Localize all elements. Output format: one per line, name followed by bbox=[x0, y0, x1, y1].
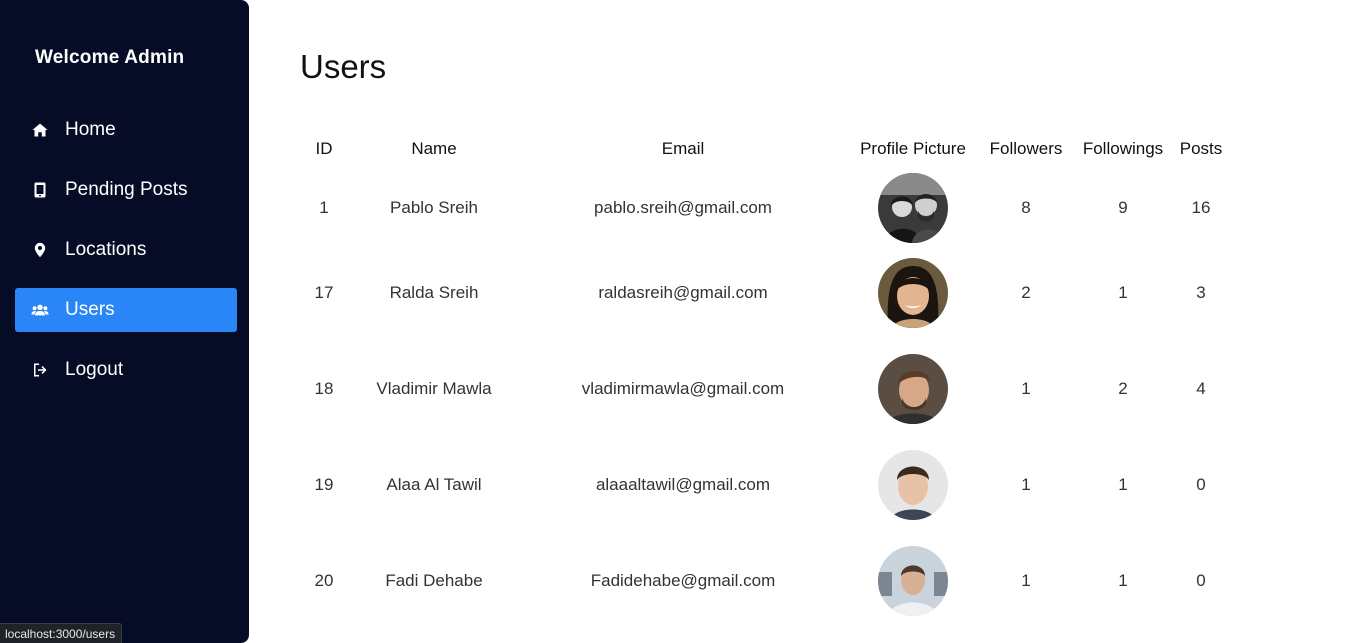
cell-posts: 3 bbox=[1196, 283, 1206, 302]
column-header-email: Email bbox=[661, 138, 705, 158]
cell-id: 20 bbox=[314, 571, 334, 590]
cell-email: alaaaltawil@gmail.com bbox=[595, 475, 771, 494]
cell-name: Vladimir Mawla bbox=[376, 379, 492, 398]
cell-name: Alaa Al Tawil bbox=[386, 475, 482, 494]
cell-posts: 0 bbox=[1196, 571, 1206, 590]
sidebar-item-locations[interactable]: Locations bbox=[15, 228, 237, 272]
cell-id: 1 bbox=[319, 198, 329, 217]
column-header-id: ID bbox=[315, 138, 333, 158]
cell-followers: 1 bbox=[1021, 571, 1031, 590]
sidebar-item-label: Users bbox=[65, 299, 115, 320]
cell-name: Ralda Sreih bbox=[389, 283, 479, 302]
sidebar-item-pending-posts[interactable]: Pending Posts bbox=[15, 168, 237, 212]
home-icon bbox=[31, 121, 49, 139]
cell-followings: 1 bbox=[1118, 571, 1128, 590]
cell-name: Fadi Dehabe bbox=[385, 571, 483, 590]
column-header-name: Name bbox=[411, 138, 457, 158]
avatar bbox=[878, 173, 948, 243]
cell-name: Pablo Sreih bbox=[390, 198, 478, 217]
users-icon bbox=[31, 301, 49, 319]
cell-id: 17 bbox=[314, 283, 334, 302]
avatar bbox=[878, 258, 948, 328]
cell-posts: 0 bbox=[1196, 475, 1206, 494]
table-header-row: ID Name Email Profile Picture Followers … bbox=[300, 126, 1228, 171]
table-row: 18 Vladimir Mawla vladimirmawla@gmail.co… bbox=[300, 341, 1228, 437]
column-header-posts: Posts bbox=[1179, 138, 1223, 158]
sidebar-brand: Welcome Admin bbox=[35, 47, 185, 68]
mobile-icon bbox=[31, 181, 49, 199]
sidebar-item-label: Pending Posts bbox=[65, 179, 188, 200]
column-header-followers: Followers bbox=[989, 138, 1063, 158]
cell-email: pablo.sreih@gmail.com bbox=[594, 198, 772, 217]
table-row: 19 Alaa Al Tawil alaaaltawil@gmail.com 1… bbox=[300, 437, 1228, 533]
cell-profile-picture bbox=[846, 341, 980, 437]
users-table: ID Name Email Profile Picture Followers … bbox=[300, 126, 1228, 629]
cell-followings: 9 bbox=[1118, 198, 1128, 217]
page-title: Users bbox=[300, 48, 387, 85]
sidebar-item-label: Logout bbox=[65, 359, 124, 380]
sidebar: Welcome Admin Home Pending Posts Locatio… bbox=[0, 0, 249, 643]
status-bar-url: localhost:3000/users bbox=[0, 623, 123, 643]
cell-profile-picture bbox=[846, 437, 980, 533]
cell-followers: 1 bbox=[1021, 475, 1031, 494]
sidebar-item-home[interactable]: Home bbox=[15, 108, 237, 152]
cell-followers: 1 bbox=[1021, 379, 1031, 398]
cell-email: vladimirmawla@gmail.com bbox=[581, 379, 785, 398]
cell-posts: 4 bbox=[1196, 379, 1206, 398]
column-header-followings: Followings bbox=[1082, 138, 1164, 158]
cell-email: Fadidehabe@gmail.com bbox=[590, 571, 776, 590]
cell-id: 19 bbox=[314, 475, 334, 494]
cell-followers: 8 bbox=[1021, 198, 1031, 217]
cell-followings: 2 bbox=[1118, 379, 1128, 398]
logout-icon bbox=[31, 361, 49, 379]
sidebar-item-label: Locations bbox=[65, 239, 147, 260]
sidebar-item-label: Home bbox=[65, 119, 116, 140]
cell-followings: 1 bbox=[1118, 475, 1128, 494]
sidebar-item-logout[interactable]: Logout bbox=[15, 348, 237, 392]
cell-posts: 16 bbox=[1191, 198, 1211, 217]
cell-profile-picture bbox=[846, 245, 980, 341]
cell-id: 18 bbox=[314, 379, 334, 398]
table-row: 17 Ralda Sreih raldasreih@gmail.com 2 1 … bbox=[300, 245, 1228, 341]
table-row: 1 Pablo Sreih pablo.sreih@gmail.com 8 9 … bbox=[300, 171, 1228, 245]
avatar bbox=[878, 354, 948, 424]
cell-profile-picture bbox=[846, 171, 980, 245]
cell-email: raldasreih@gmail.com bbox=[598, 283, 768, 302]
location-pin-icon bbox=[31, 241, 49, 259]
table-row: 20 Fadi Dehabe Fadidehabe@gmail.com 1 1 … bbox=[300, 533, 1228, 629]
avatar bbox=[878, 546, 948, 616]
cell-followers: 2 bbox=[1021, 283, 1031, 302]
cell-profile-picture bbox=[846, 533, 980, 629]
sidebar-item-users[interactable]: Users bbox=[15, 288, 237, 332]
cell-followings: 1 bbox=[1118, 283, 1128, 302]
column-header-profile-picture: Profile Picture bbox=[860, 138, 966, 158]
avatar bbox=[878, 450, 948, 520]
